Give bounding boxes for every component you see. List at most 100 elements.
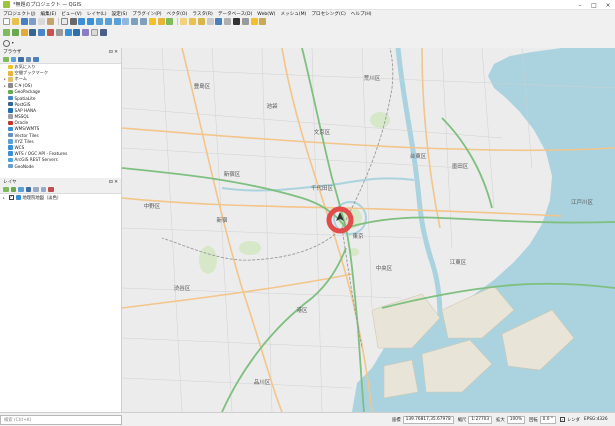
filter-legend-icon[interactable] (25, 186, 31, 193)
open-project-icon[interactable] (11, 18, 19, 25)
main-toolbar (0, 16, 615, 27)
rotate-icon[interactable] (3, 40, 10, 47)
expand-all-icon[interactable] (33, 186, 39, 193)
browser-tree-item-label: MSSQL (14, 114, 30, 120)
meiji-jingu (199, 246, 217, 274)
identify-icon[interactable] (180, 18, 188, 25)
zoom-out-icon[interactable] (87, 18, 95, 25)
add-raster-layer-icon[interactable] (20, 29, 28, 36)
maximize-button[interactable]: □ (587, 0, 601, 10)
manage-map-themes-icon[interactable] (18, 186, 24, 193)
deselect-icon[interactable] (206, 18, 214, 25)
locator-search-input[interactable]: 検索 (Ctrl+K) (0, 414, 122, 425)
close-button[interactable]: × (601, 0, 615, 10)
layer-visibility-checkbox[interactable]: ✓ (9, 195, 14, 200)
new-print-layout-icon[interactable] (38, 18, 46, 25)
rotation-field[interactable]: 0.0 ° (539, 415, 556, 424)
coordinate-field[interactable]: 139.76817,35.67978 (402, 415, 454, 424)
show-bookmarks-icon[interactable] (157, 18, 165, 25)
zoom-selection-icon[interactable] (104, 18, 112, 25)
layout-manager-icon[interactable] (46, 18, 54, 25)
rotation-label: 回転 (529, 417, 538, 423)
chevron-down-icon[interactable]: ▾ (12, 40, 16, 47)
statistics-icon[interactable] (224, 18, 232, 25)
map-tips-icon[interactable] (250, 18, 258, 25)
zoom-layer-icon[interactable] (113, 18, 121, 25)
place-label: 新宿区 (224, 170, 241, 178)
browser-tree-item-label: WMS/WMTS (14, 126, 40, 132)
layers-panel-toolbar (0, 186, 121, 194)
add-delimited-text-icon[interactable] (46, 29, 54, 36)
annotation-icon[interactable] (259, 18, 267, 25)
select-features-icon[interactable] (188, 18, 196, 25)
refresh-icon[interactable] (10, 56, 16, 63)
place-label: 江戸川区 (571, 199, 594, 206)
browser-panel-float-close[interactable]: ⊡ ✕ (109, 50, 118, 55)
zoom-in-icon[interactable] (78, 18, 86, 25)
zoom-last-icon[interactable] (131, 18, 139, 25)
remove-layer-icon[interactable] (48, 186, 54, 193)
render-checkbox[interactable]: ✓ (560, 417, 565, 422)
open-layer-styling-icon[interactable] (3, 186, 9, 193)
zoom-native-icon[interactable] (122, 18, 130, 25)
select-by-value-icon[interactable] (197, 18, 205, 25)
save-project-icon[interactable] (20, 18, 28, 25)
render-label: レンダ (567, 417, 580, 423)
zoom-next-icon[interactable] (139, 18, 147, 25)
add-group-icon[interactable] (10, 186, 16, 193)
save-as-icon[interactable] (29, 18, 37, 25)
add-virtual-layer-icon[interactable] (55, 29, 63, 36)
filter-icon[interactable] (18, 56, 24, 63)
add-postgis-icon[interactable] (29, 29, 37, 36)
collapse-all-icon[interactable] (25, 56, 31, 63)
toolbar-separator (57, 18, 59, 25)
map-tiles: 豊島区 文京区 荒川区 台東区 新宿区 中野区 千代田区 渋谷区 港区 中央区 … (122, 48, 615, 412)
place-label: 江東区 (450, 258, 467, 266)
minimize-button[interactable]: – (573, 0, 587, 10)
new-shapefile-icon[interactable] (90, 29, 98, 36)
attribute-table-icon[interactable] (215, 18, 223, 25)
toolbar-separator (177, 18, 179, 25)
measure-icon[interactable] (241, 18, 249, 25)
place-label: 荒川区 (364, 74, 381, 82)
place-label: 東京 (352, 232, 364, 240)
browser-tree-item-label: SAP HANA (14, 107, 36, 113)
pan-icon[interactable] (60, 18, 68, 25)
new-bookmark-icon[interactable] (148, 18, 156, 25)
place-label: 豊島区 (194, 82, 211, 90)
place-label: 池袋 (266, 102, 278, 110)
digitizing-toolbar (0, 27, 615, 38)
add-wms-icon[interactable] (64, 29, 72, 36)
collapse-all-icon[interactable] (40, 186, 46, 193)
manage-layers-icon[interactable] (3, 29, 10, 36)
layers-panel-float-close[interactable]: ⊡ ✕ (109, 180, 118, 185)
new-project-icon[interactable] (3, 18, 10, 25)
magnifier-field[interactable]: 100% (506, 415, 526, 424)
pan-to-selection-icon[interactable] (69, 18, 77, 25)
add-mesh-icon[interactable] (82, 29, 90, 36)
crs-button[interactable]: EPSG:4326 (584, 417, 608, 422)
add-vector-layer-icon[interactable] (11, 29, 19, 36)
place-label: 中央区 (376, 264, 393, 272)
properties-icon[interactable] (33, 56, 39, 63)
status-bar: 検索 (Ctrl+K) 座標 139.76817,35.67978 縮尺 1:2… (0, 412, 615, 426)
island-5 (383, 359, 419, 399)
oracle-icon (8, 120, 13, 126)
add-layer-icon[interactable] (3, 56, 9, 63)
map-canvas[interactable]: 豊島区 文京区 荒川区 台東区 新宿区 中野区 千代田区 渋谷区 港区 中央区 … (122, 48, 615, 412)
folder-icon (8, 77, 13, 82)
refresh-icon[interactable] (166, 18, 174, 25)
wcs-icon (8, 145, 13, 150)
scale-field[interactable]: 1:27703 (468, 415, 493, 424)
layer-row[interactable]: ▸ ✓ 地理院地図（淡色） (0, 194, 121, 201)
zoom-full-icon[interactable] (95, 18, 103, 25)
sum-icon[interactable] (232, 18, 240, 25)
expander-icon[interactable]: ▸ (3, 196, 7, 200)
add-wfs-icon[interactable] (73, 29, 81, 36)
browser-tree-item-label: PostGIS (14, 101, 31, 107)
shinjuku-gyoen (239, 241, 261, 255)
browser-tree-item-label: 空間ブックマーク (14, 70, 49, 76)
browser-tree-item[interactable]: GeoNode (0, 163, 121, 169)
add-spatialite-icon[interactable] (38, 29, 46, 36)
python-console-icon[interactable] (99, 29, 107, 36)
